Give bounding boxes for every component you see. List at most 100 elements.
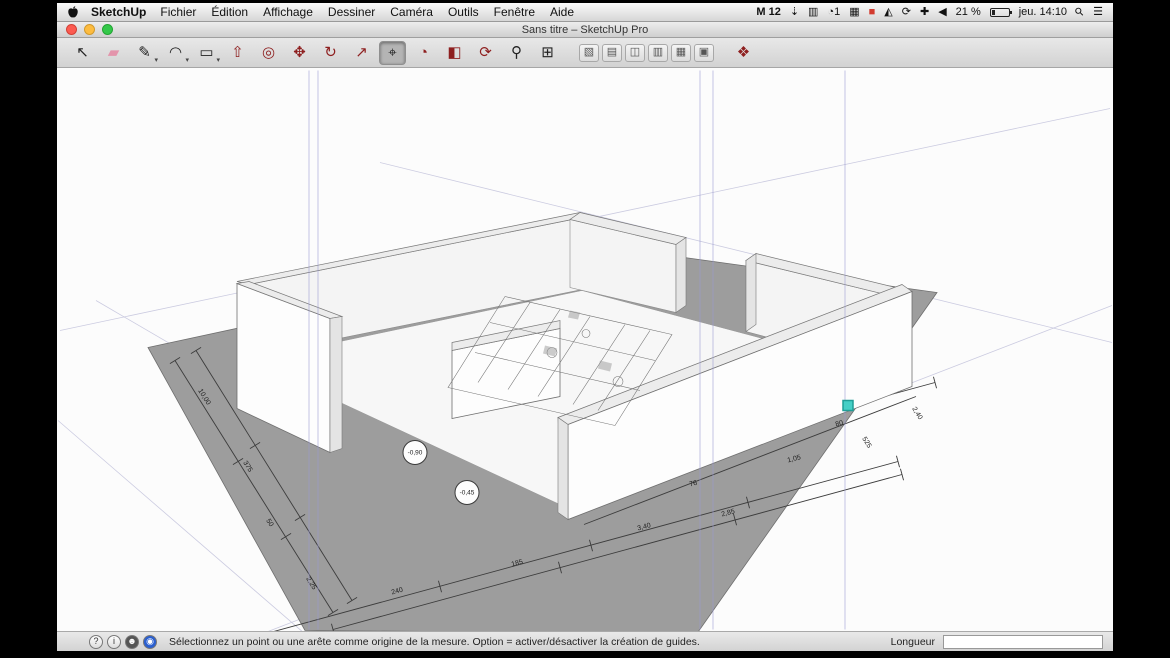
- display-icon[interactable]: ▥: [808, 7, 818, 18]
- zoom-tool[interactable]: ⚲: [503, 41, 530, 65]
- view-front-button[interactable]: ◫: [625, 44, 645, 62]
- wall-opening-cap-right: [746, 254, 756, 332]
- video-frame: SketchUp Fichier Édition Affichage Dessiner…: [0, 0, 1170, 658]
- menu-affichage[interactable]: Affichage: [263, 5, 313, 19]
- pushpull-tool[interactable]: ⇧: [224, 41, 251, 65]
- elevation-badge-label: -0,90: [408, 450, 423, 457]
- scale-tool[interactable]: ↗: [348, 41, 375, 65]
- get-location-button-icon: ❖: [737, 45, 750, 60]
- zoom-window-button[interactable]: [102, 24, 113, 35]
- menu-list: Fichier Édition Affichage Dessiner Caméra Out…: [160, 5, 574, 19]
- left-wing-end-cap: [330, 317, 342, 453]
- rotate-tool-icon: ↻: [324, 45, 337, 60]
- status-bar: ? i ☻ ◉ Sélectionnez un point ou une arête …: [57, 631, 1113, 651]
- macos-screen: SketchUp Fichier Édition Affichage Dessiner…: [57, 3, 1113, 651]
- zoom-tool-icon: ⚲: [511, 45, 522, 60]
- status-message: Sélectionnez un point ou une arête comme…: [169, 636, 700, 648]
- dimension-label: 525: [860, 436, 872, 450]
- info-icon[interactable]: i: [107, 635, 121, 649]
- offset-tool[interactable]: ◎: [255, 41, 282, 65]
- menu-aide[interactable]: Aide: [550, 5, 574, 19]
- paint-bucket-tool-icon: ◧: [447, 45, 461, 60]
- move-tool[interactable]: ✥: [286, 41, 313, 65]
- battery-nub: [1010, 11, 1012, 14]
- menu-camera[interactable]: Caméra: [390, 5, 433, 19]
- menu-fenetre[interactable]: Fenêtre: [494, 5, 535, 19]
- menu-outils[interactable]: Outils: [448, 5, 479, 19]
- measurement-input[interactable]: [943, 635, 1103, 649]
- zoom-extents-tool[interactable]: ⊞: [534, 41, 561, 65]
- shapes-tool[interactable]: ▭▾: [193, 41, 220, 65]
- time-machine-icon[interactable]: ◔1: [827, 7, 840, 18]
- toolbar-extra: ❖: [730, 41, 757, 65]
- tape-measure-tool-icon: ⌖: [388, 45, 396, 60]
- status-icons: ? i ☻ ◉: [89, 635, 157, 649]
- protractor-tool[interactable]: ◔: [410, 41, 437, 65]
- view-front-button-icon: ◫: [630, 47, 640, 58]
- volume-icon[interactable]: ◀: [938, 7, 946, 18]
- menu-edition[interactable]: Édition: [211, 5, 248, 19]
- record-status-icon[interactable]: ■: [869, 7, 876, 18]
- battery-icon: [990, 8, 1010, 17]
- menu-status-icons-right: ⚲☰: [1076, 7, 1103, 18]
- toolbar: ↖▰✎▾◠▾▭▾⇧◎✥↻↗⌖◔◧⟳⚲⊞ ▧▤◫▥▦▣ ❖: [57, 38, 1113, 68]
- front-corner-cap: [558, 418, 568, 520]
- orbit-tool[interactable]: ⟳: [472, 41, 499, 65]
- updates-icon[interactable]: ⇣: [790, 7, 799, 18]
- help-icon[interactable]: ?: [89, 635, 103, 649]
- view-back-button-icon: ▦: [676, 47, 686, 58]
- airplay-icon[interactable]: ◭: [884, 7, 892, 18]
- menu-dessiner[interactable]: Dessiner: [328, 5, 375, 19]
- measure-point-marker: [843, 401, 853, 411]
- menu-status-area: M 12 ⇣▥◔1▦■◭⟳✚◀ 21 % jeu. 14:10 ⚲☰: [756, 6, 1103, 18]
- drawing-canvas[interactable]: -0,90-0,45 10,00375502,252401853,40762,8…: [57, 68, 1113, 631]
- zoom-extents-tool-icon: ⊞: [541, 45, 554, 60]
- shapes-tool-icon: ▭: [199, 45, 213, 60]
- window-title-bar[interactable]: Sans titre – SketchUp Pro: [57, 22, 1113, 38]
- dropdown-caret-icon[interactable]: ▾: [185, 56, 189, 64]
- tape-measure-tool[interactable]: ⌖: [379, 41, 406, 65]
- view-left-button[interactable]: ▣: [694, 44, 714, 62]
- accessibility-icon[interactable]: ✚: [920, 7, 929, 18]
- paint-bucket-tool[interactable]: ◧: [441, 41, 468, 65]
- rotate-tool[interactable]: ↻: [317, 41, 344, 65]
- view-top-button[interactable]: ▤: [602, 44, 622, 62]
- menu-extra-m12[interactable]: M 12: [756, 6, 780, 18]
- keyboard-icon[interactable]: ▦: [849, 7, 859, 18]
- window-title: Sans titre – SketchUp Pro: [57, 24, 1113, 36]
- sync-icon[interactable]: ⟳: [902, 7, 911, 18]
- menu-fichier[interactable]: Fichier: [160, 5, 196, 19]
- view-back-button[interactable]: ▦: [671, 44, 691, 62]
- view-iso-button[interactable]: ▧: [579, 44, 599, 62]
- menu-clock[interactable]: jeu. 14:10: [1019, 6, 1067, 18]
- move-tool-icon: ✥: [293, 45, 306, 60]
- select-tool[interactable]: ↖: [69, 41, 96, 65]
- battery-percent: 21 %: [956, 6, 981, 18]
- dropdown-caret-icon[interactable]: ▾: [216, 56, 220, 64]
- model-viewport: -0,90-0,45 10,00375502,252401853,40762,8…: [57, 68, 1113, 631]
- app-menu-sketchup[interactable]: SketchUp: [91, 5, 146, 19]
- dropdown-caret-icon[interactable]: ▾: [154, 56, 158, 64]
- view-right-button[interactable]: ▥: [648, 44, 668, 62]
- notification-center-icon[interactable]: ☰: [1093, 7, 1103, 18]
- menu-bar: SketchUp Fichier Édition Affichage Dessiner…: [57, 3, 1113, 22]
- battery-fill: [992, 10, 996, 15]
- window-controls: [66, 24, 113, 35]
- apple-menu-icon[interactable]: [67, 6, 79, 19]
- select-tool-icon: ↖: [76, 45, 89, 60]
- get-location-button[interactable]: ❖: [730, 41, 757, 65]
- wall-opening-cap-left: [676, 238, 686, 313]
- arc-tool[interactable]: ◠▾: [162, 41, 189, 65]
- apple-logo: [67, 6, 79, 19]
- user-icon[interactable]: ☻: [125, 635, 139, 649]
- orbit-tool-icon: ⟳: [479, 45, 492, 60]
- eraser-tool-icon: ▰: [108, 45, 120, 60]
- minimize-window-button[interactable]: [84, 24, 95, 35]
- spotlight-icon[interactable]: ⚲: [1073, 5, 1086, 18]
- eraser-tool[interactable]: ▰: [100, 41, 127, 65]
- toolbar-view-buttons: ▧ ▤ ◫ ▥ ▦ ▣: [579, 44, 714, 62]
- close-window-button[interactable]: [66, 24, 77, 35]
- view-top-button-icon: ▤: [607, 47, 617, 58]
- geolocation-icon[interactable]: ◉: [143, 635, 157, 649]
- line-tool[interactable]: ✎▾: [131, 41, 158, 65]
